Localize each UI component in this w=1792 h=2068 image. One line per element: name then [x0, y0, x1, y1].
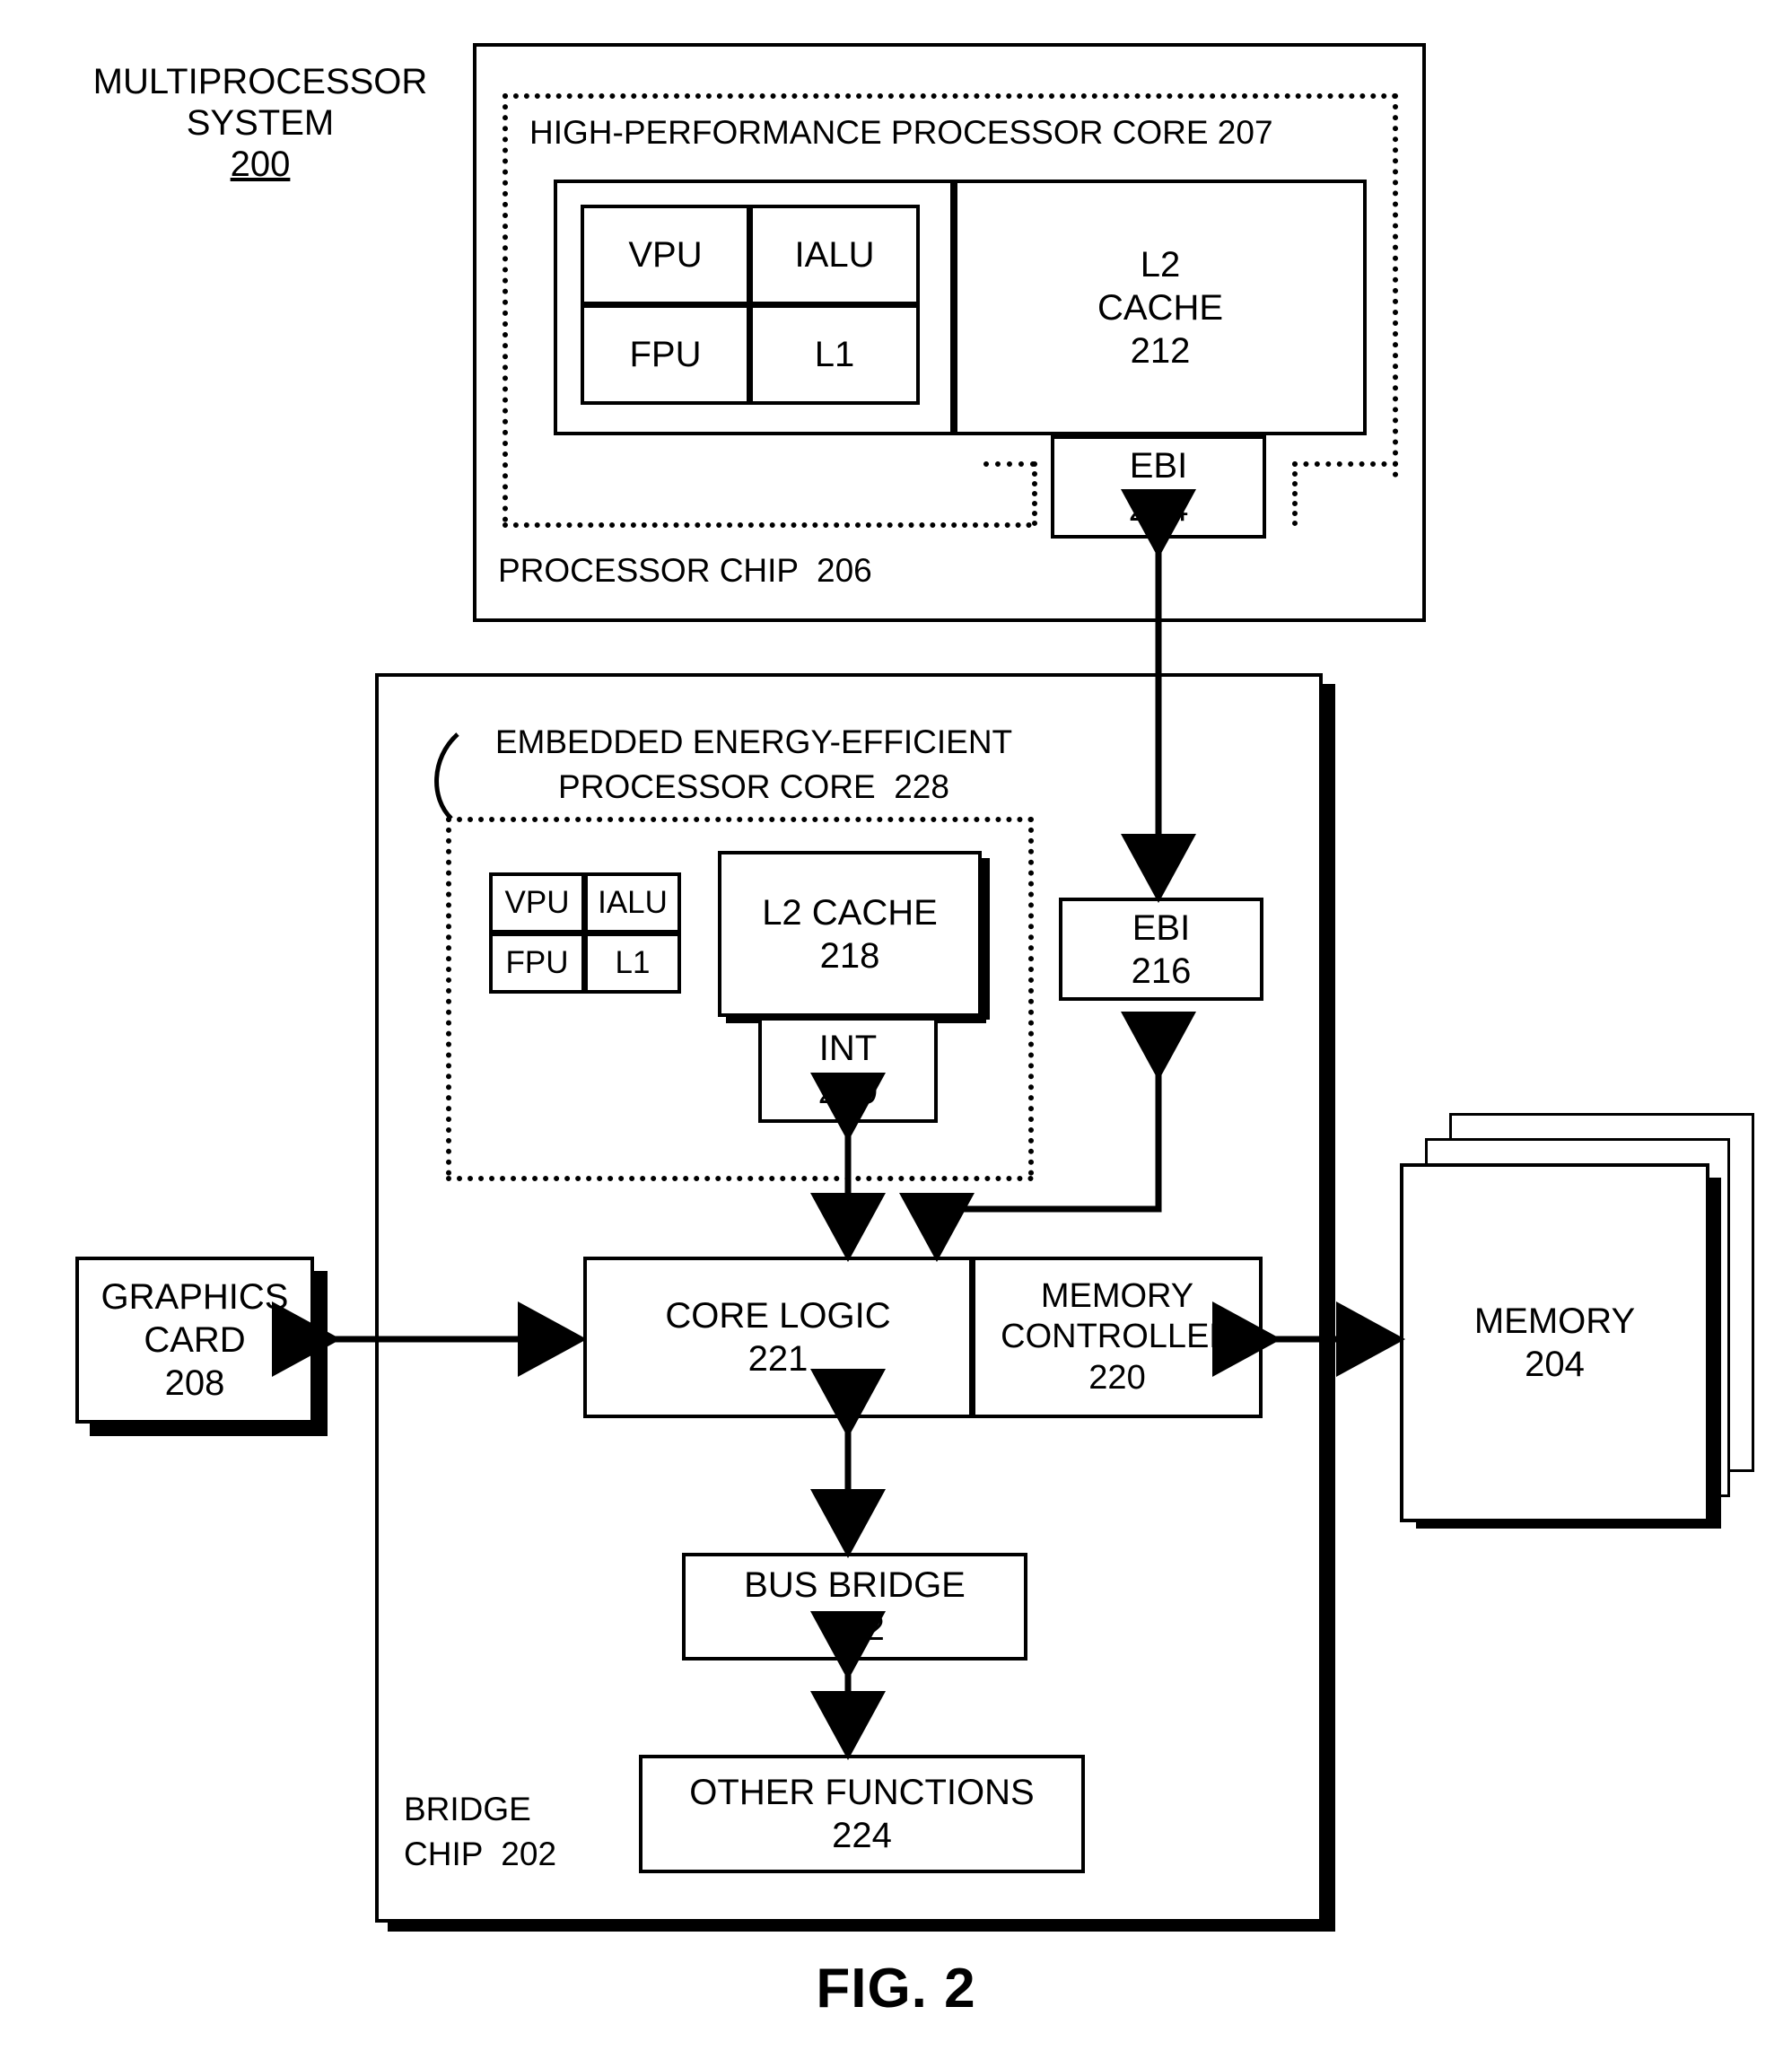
l1-label: L1 [814, 335, 855, 374]
ebi-214-line1: EBI [1129, 445, 1188, 486]
core-228-ialu-cell: IALU [584, 872, 681, 933]
processor-207-l2-cache-212: L2 CACHE 212 [954, 180, 1367, 435]
core-228-l2-cache-218: L2 CACHE 218 [718, 851, 982, 1017]
core-228-dotted-right [1028, 817, 1034, 1176]
core-207-dotted-notch-top-left [983, 461, 1036, 467]
system-title-line2: SYSTEM [186, 103, 335, 143]
processor-207-fpu-cell: FPU [581, 304, 750, 405]
core-228-dotted-bottom [446, 1176, 1034, 1181]
core-207-dotted-left [503, 93, 508, 522]
bus-bridge-222-line1: BUS BRIDGE [744, 1565, 966, 1605]
processor-207-ialu-cell: IALU [749, 205, 920, 305]
bridge-chip-202-shadow-right [1323, 684, 1335, 1932]
figure-caption: FIG. 2 [816, 1958, 976, 2020]
graphics-card-208-shadow-right [313, 1271, 328, 1424]
l2-cache-212-line3: 212 [1130, 330, 1191, 371]
processor-chip-206-label: PROCESSOR CHIP 206 [498, 552, 872, 589]
processor-207-ebi-214: EBI 214 [1051, 435, 1266, 539]
fpu-label: FPU [629, 335, 702, 374]
core-228-dotted-left [446, 817, 451, 1176]
memory-controller-220-line3: 220 [1088, 1358, 1146, 1397]
bus-bridge-222: BUS BRIDGE 222 [682, 1553, 1027, 1661]
core-logic-221-line2: 221 [747, 1339, 809, 1379]
core-228-l1-cell: L1 [584, 933, 681, 994]
memory-controller-220-line2: CONTROLLER [1001, 1318, 1234, 1356]
graphics-card-208-line3: 208 [164, 1363, 225, 1403]
int-219-line2: 219 [817, 1072, 879, 1111]
core-logic-221: CORE LOGIC 221 [583, 1257, 973, 1418]
core-228-vpu-cell: VPU [489, 872, 585, 933]
processor-207-l1-cell: L1 [749, 304, 920, 405]
core-207-dotted-notch-top-right [1292, 461, 1398, 467]
memory-204: MEMORY 204 [1400, 1163, 1709, 1522]
core-228-label-line1: EMBEDDED ENERGY-EFFICIENT [494, 723, 1013, 760]
other-functions-224-line1: OTHER FUNCTIONS [689, 1773, 1035, 1812]
ebi-214-line2: 214 [1128, 488, 1189, 529]
l2-cache-212-line2: CACHE [1097, 287, 1224, 328]
int-219-line1: INT [818, 1029, 878, 1068]
vpu-label: VPU [628, 235, 703, 275]
graphics-card-208-line1: GRAPHICS [101, 1277, 289, 1317]
l2-cache-218-line2: 218 [819, 935, 880, 976]
graphics-card-208: GRAPHICS CARD 208 [75, 1257, 314, 1424]
core-228-dotted-top [446, 817, 1034, 822]
core-207-dotted-notch-left [1032, 461, 1037, 526]
other-functions-224: OTHER FUNCTIONS 224 [639, 1755, 1085, 1873]
core-228-label-line2: PROCESSOR CORE 228 [558, 768, 949, 805]
system-title-line1: MULTIPROCESSOR [92, 62, 428, 101]
core-207-dotted-bottom-left [503, 522, 1032, 528]
bus-bridge-222-line2: 222 [825, 1608, 885, 1648]
ebi-216-line2: 216 [1131, 951, 1192, 991]
processor-207-vpu-cell: VPU [581, 205, 750, 305]
ialu-label: IALU [598, 885, 668, 920]
graphics-card-208-line2: CARD [144, 1320, 246, 1360]
patent-figure-2: MULTIPROCESSOR SYSTEM 200 PROCESSOR CHIP… [0, 0, 1792, 2068]
core-228-int-219: INT 219 [758, 1017, 938, 1123]
system-reference-number: 200 [230, 145, 291, 184]
core-207-dotted-notch-right [1292, 461, 1298, 526]
ebi-216-line1: EBI [1132, 907, 1191, 948]
core-logic-221-line1: CORE LOGIC [665, 1296, 891, 1336]
ialu-label: IALU [794, 235, 875, 275]
l2-cache-218-shadow-right [982, 858, 990, 1020]
memory-controller-220-line1: MEMORY [1040, 1276, 1194, 1315]
l1-label: L1 [615, 945, 651, 980]
graphics-card-208-shadow-bottom [90, 1422, 328, 1436]
bridge-ebi-216: EBI 216 [1059, 898, 1263, 1001]
core-207-label: HIGH-PERFORMANCE PROCESSOR CORE 207 [529, 114, 1273, 151]
core-207-dotted-top [503, 93, 1398, 99]
other-functions-224-line2: 224 [832, 1816, 892, 1855]
l2-cache-212-line1: L2 [1140, 244, 1181, 285]
memory-controller-220: MEMORY CONTROLLER 220 [972, 1257, 1263, 1418]
l2-cache-218-line1: L2 CACHE [762, 892, 938, 933]
memory-204-line1: MEMORY [1473, 1301, 1636, 1341]
fpu-label: FPU [505, 945, 569, 980]
core-228-fpu-cell: FPU [489, 933, 585, 994]
memory-204-line2: 204 [1525, 1345, 1585, 1384]
vpu-label: VPU [504, 885, 570, 920]
